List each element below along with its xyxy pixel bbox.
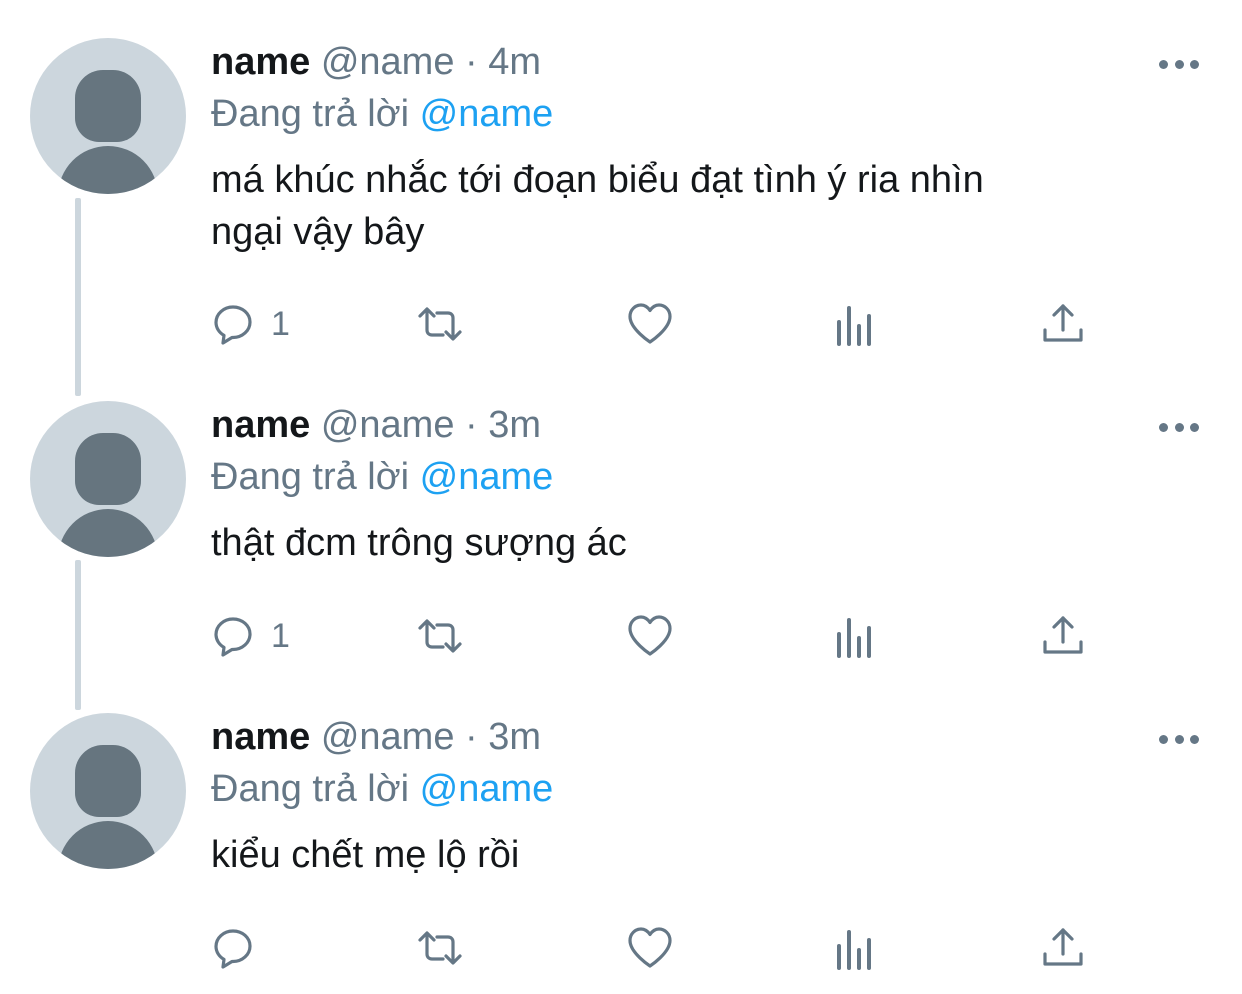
analytics-icon [837, 306, 871, 346]
reply-count: 1 [271, 305, 290, 343]
tweet-header: name @name · 4m [211, 38, 1171, 86]
retweet-button[interactable] [416, 922, 464, 974]
heart-icon [628, 927, 672, 968]
more-icon[interactable] [1159, 733, 1199, 745]
tweet-content: name @name · 4m Đang trả lời @name má kh… [211, 38, 1171, 258]
tweet-text: kiểu chết mẹ lộ rồi [211, 834, 520, 876]
reply-button[interactable]: 1 [211, 610, 290, 662]
user-handle[interactable]: @name [321, 404, 455, 446]
heart-icon [628, 615, 672, 656]
reply-icon [214, 929, 252, 969]
share-button[interactable] [1039, 610, 1087, 662]
timestamp[interactable]: 3m [488, 404, 541, 446]
reply-icon [214, 617, 252, 657]
separator-dot: · [465, 404, 478, 446]
display-name[interactable]: name [211, 716, 310, 758]
user-handle[interactable]: @name [321, 716, 455, 758]
timestamp[interactable]: 3m [488, 716, 541, 758]
like-button[interactable] [626, 298, 674, 350]
replying-to: Đang trả lời @name [211, 453, 1171, 501]
tweet-text: thật đcm trông sượng ác [211, 522, 627, 564]
reply-icon [214, 305, 252, 345]
tweet-text: má khúc nhắc tới đoạn biểu đạt tình ý ri… [211, 159, 984, 253]
tweet-thread: name @name · 4m Đang trả lời @name má kh… [0, 0, 1242, 994]
retweet-button[interactable] [416, 298, 464, 350]
display-name[interactable]: name [211, 404, 310, 446]
replying-to-label: Đang trả lời [211, 93, 410, 135]
separator-dot: · [465, 716, 478, 758]
replying-to: Đang trả lời @name [211, 90, 1171, 138]
timestamp[interactable]: 4m [488, 41, 541, 83]
default-avatar-icon[interactable] [30, 401, 186, 557]
separator-dot: · [465, 41, 478, 83]
reply-count: 1 [271, 617, 290, 655]
retweet-icon [418, 307, 462, 341]
tweet-header: name @name · 3m [211, 713, 1171, 761]
mention-link[interactable]: @name [420, 456, 554, 498]
replying-to-label: Đang trả lời [211, 768, 410, 810]
reply-button[interactable]: 1 [211, 298, 290, 350]
analytics-icon [837, 618, 871, 658]
default-avatar-icon[interactable] [30, 38, 186, 194]
replying-to: Đang trả lời @name [211, 765, 1171, 813]
reply-button[interactable] [211, 922, 271, 974]
share-button[interactable] [1039, 922, 1087, 974]
tweet-content: name @name · 3m Đang trả lời @name kiểu … [211, 713, 1171, 881]
tweet[interactable]: name @name · 3m Đang trả lời @name kiểu … [0, 713, 1242, 953]
mention-link[interactable]: @name [420, 768, 554, 810]
share-icon [1043, 616, 1083, 654]
analytics-button[interactable] [833, 298, 881, 350]
tweet-actions: 1 [211, 298, 1111, 350]
more-icon[interactable] [1159, 58, 1199, 70]
display-name[interactable]: name [211, 41, 310, 83]
retweet-icon [418, 619, 462, 653]
tweet-content: name @name · 3m Đang trả lời @name thật … [211, 401, 1171, 569]
tweet-actions: 1 [211, 610, 1111, 662]
share-icon [1043, 304, 1083, 342]
user-handle[interactable]: @name [321, 41, 455, 83]
tweet-actions [211, 922, 1111, 974]
retweet-button[interactable] [416, 610, 464, 662]
more-icon[interactable] [1159, 421, 1199, 433]
analytics-button[interactable] [833, 610, 881, 662]
analytics-icon [837, 930, 871, 970]
default-avatar-icon[interactable] [30, 713, 186, 869]
replying-to-label: Đang trả lời [211, 456, 410, 498]
heart-icon [628, 303, 672, 344]
tweet[interactable]: name @name · 3m Đang trả lời @name thật … [0, 401, 1242, 641]
retweet-icon [418, 931, 462, 965]
share-button[interactable] [1039, 298, 1087, 350]
mention-link[interactable]: @name [420, 93, 554, 135]
like-button[interactable] [626, 610, 674, 662]
share-icon [1043, 928, 1083, 966]
tweet-header: name @name · 3m [211, 401, 1171, 449]
analytics-button[interactable] [833, 922, 881, 974]
like-button[interactable] [626, 922, 674, 974]
